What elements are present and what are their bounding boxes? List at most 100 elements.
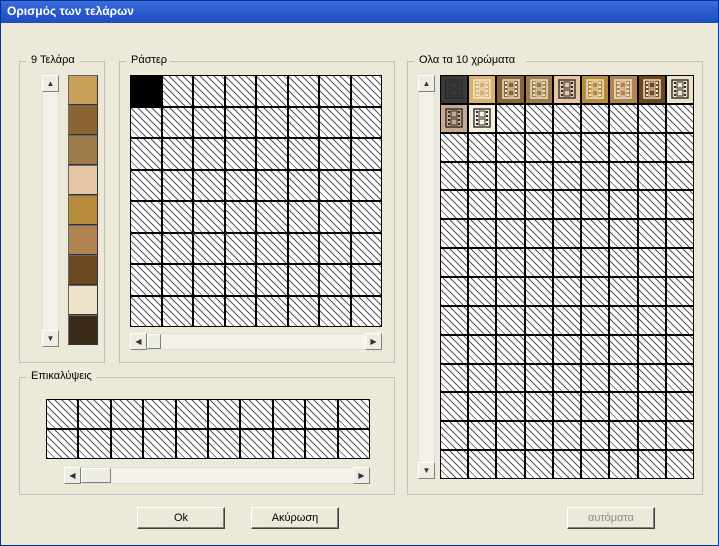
raster-cell[interactable] — [130, 201, 162, 233]
raster-cell[interactable] — [130, 107, 162, 139]
color-cell-empty[interactable] — [666, 104, 694, 133]
color-cell-empty[interactable] — [609, 277, 637, 306]
raster-hscroll[interactable]: ◀ ▶ — [130, 333, 382, 350]
color-cell-empty[interactable] — [440, 219, 468, 248]
color-cell-empty[interactable] — [525, 450, 553, 479]
color-cell-empty[interactable] — [496, 364, 524, 393]
color-cell-empty[interactable] — [638, 190, 666, 219]
color-cell-empty[interactable] — [638, 364, 666, 393]
color-cell[interactable] — [440, 104, 468, 133]
color-cell[interactable] — [666, 75, 694, 104]
raster-cell[interactable] — [319, 107, 351, 139]
color-cell-empty[interactable] — [581, 364, 609, 393]
frame-swatch[interactable] — [68, 255, 98, 285]
color-cell-empty[interactable] — [581, 162, 609, 191]
color-cell-empty[interactable] — [553, 364, 581, 393]
color-cell-empty[interactable] — [468, 248, 496, 277]
color-cell[interactable] — [609, 75, 637, 104]
raster-cell[interactable] — [130, 170, 162, 202]
raster-cell[interactable] — [351, 233, 383, 265]
raster-cell[interactable] — [162, 138, 194, 170]
color-cell-empty[interactable] — [666, 450, 694, 479]
overlap-cell[interactable] — [78, 399, 110, 429]
color-cell-empty[interactable] — [553, 306, 581, 335]
color-cell-empty[interactable] — [638, 104, 666, 133]
color-cell-empty[interactable] — [525, 219, 553, 248]
raster-cell[interactable] — [256, 75, 288, 107]
overlap-cell[interactable] — [143, 399, 175, 429]
color-cell-empty[interactable] — [553, 219, 581, 248]
frame-swatch[interactable] — [68, 285, 98, 315]
raster-cell[interactable] — [193, 170, 225, 202]
scroll-down-icon[interactable]: ▼ — [418, 462, 435, 479]
color-cell-empty[interactable] — [525, 277, 553, 306]
cancel-button[interactable]: Ακύρωση — [251, 507, 339, 529]
color-cell-empty[interactable] — [581, 450, 609, 479]
raster-cell[interactable] — [193, 233, 225, 265]
overlap-cell[interactable] — [338, 429, 370, 459]
raster-cell[interactable] — [193, 296, 225, 328]
color-cell-empty[interactable] — [496, 335, 524, 364]
overlap-cell[interactable] — [176, 399, 208, 429]
raster-cell[interactable] — [225, 75, 257, 107]
color-cell-empty[interactable] — [638, 450, 666, 479]
color-cell-empty[interactable] — [609, 248, 637, 277]
raster-cell[interactable] — [256, 233, 288, 265]
raster-cell[interactable] — [288, 170, 320, 202]
scroll-track[interactable] — [42, 92, 59, 330]
color-cell-empty[interactable] — [525, 133, 553, 162]
color-cell-empty[interactable] — [638, 392, 666, 421]
color-cell-empty[interactable] — [468, 162, 496, 191]
color-cell-empty[interactable] — [666, 335, 694, 364]
scroll-track[interactable] — [418, 92, 435, 462]
raster-cell[interactable] — [225, 296, 257, 328]
color-cell-empty[interactable] — [440, 248, 468, 277]
color-cell-empty[interactable] — [581, 133, 609, 162]
color-cell-empty[interactable] — [496, 219, 524, 248]
color-cell-empty[interactable] — [581, 219, 609, 248]
color-cell-empty[interactable] — [496, 133, 524, 162]
raster-cell[interactable] — [319, 138, 351, 170]
overlap-cell[interactable] — [46, 429, 78, 459]
overlap-cell[interactable] — [305, 399, 337, 429]
color-cell-empty[interactable] — [553, 104, 581, 133]
scroll-down-icon[interactable]: ▼ — [42, 330, 59, 347]
raster-cell[interactable] — [256, 264, 288, 296]
color-cell-empty[interactable] — [666, 392, 694, 421]
color-cell-empty[interactable] — [638, 248, 666, 277]
color-cell-empty[interactable] — [609, 219, 637, 248]
color-cell-empty[interactable] — [496, 421, 524, 450]
color-cell-empty[interactable] — [525, 162, 553, 191]
color-cell-empty[interactable] — [581, 277, 609, 306]
color-cell-empty[interactable] — [666, 162, 694, 191]
raster-cell[interactable] — [162, 170, 194, 202]
raster-cell[interactable] — [225, 138, 257, 170]
color-cell-empty[interactable] — [638, 219, 666, 248]
color-cell[interactable] — [581, 75, 609, 104]
overlap-cell[interactable] — [78, 429, 110, 459]
color-cell-empty[interactable] — [553, 450, 581, 479]
color-cell-empty[interactable] — [525, 421, 553, 450]
color-cell-empty[interactable] — [468, 450, 496, 479]
color-cell-empty[interactable] — [525, 248, 553, 277]
color-cell-empty[interactable] — [666, 190, 694, 219]
color-cell[interactable] — [553, 75, 581, 104]
raster-cell[interactable] — [351, 107, 383, 139]
color-cell-empty[interactable] — [666, 421, 694, 450]
frame-swatch[interactable] — [68, 75, 98, 105]
raster-cell[interactable] — [256, 170, 288, 202]
ok-button[interactable]: Ok — [137, 507, 225, 529]
raster-cell[interactable] — [319, 170, 351, 202]
color-cell-empty[interactable] — [440, 450, 468, 479]
raster-cell[interactable] — [193, 264, 225, 296]
frames-scrollbar[interactable]: ▲ ▼ — [42, 75, 59, 347]
raster-cell[interactable] — [130, 138, 162, 170]
raster-cell[interactable] — [193, 75, 225, 107]
color-cell-empty[interactable] — [525, 190, 553, 219]
raster-cell[interactable] — [319, 75, 351, 107]
colors-scrollbar[interactable]: ▲ ▼ — [418, 75, 435, 479]
color-cell-empty[interactable] — [553, 335, 581, 364]
color-cell-empty[interactable] — [609, 335, 637, 364]
raster-cell[interactable] — [256, 201, 288, 233]
overlap-cell[interactable] — [143, 429, 175, 459]
